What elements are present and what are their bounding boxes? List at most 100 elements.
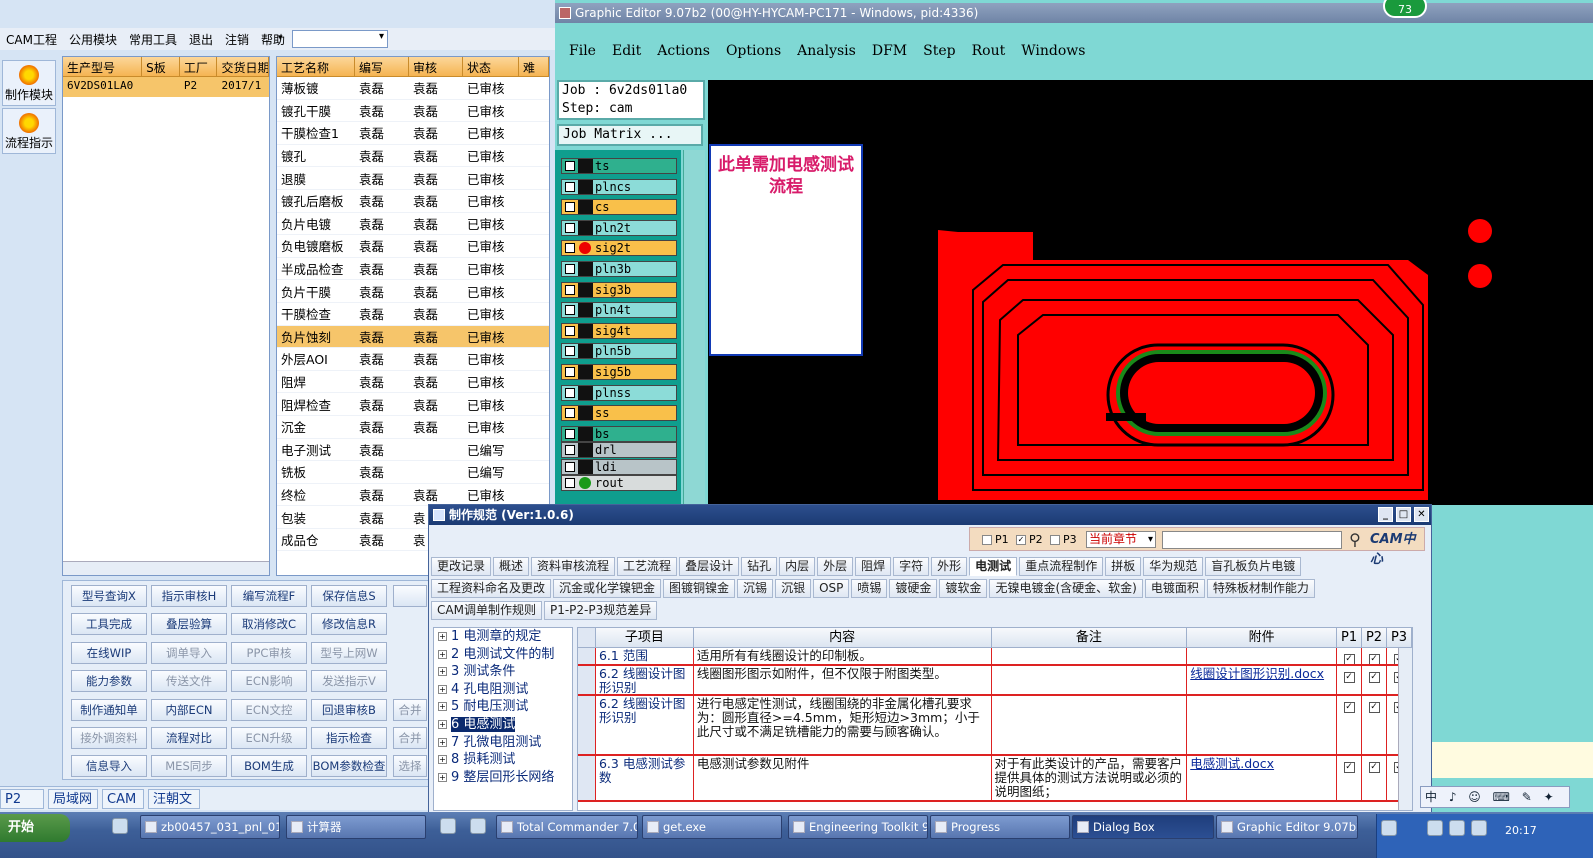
tab[interactable]: 沉银	[775, 579, 812, 598]
action-button[interactable]: 制作通知单	[71, 698, 147, 721]
side-btn-flow[interactable]: 流程指示	[2, 108, 56, 154]
col-header[interactable]: 审核	[409, 57, 463, 76]
layer-sig2t[interactable]: sig2t	[561, 240, 677, 257]
tree-node[interactable]: +8 损耗测试	[434, 751, 572, 769]
p1-checkbox[interactable]: ✓	[1343, 762, 1355, 773]
table-row[interactable]: 退膜 袁磊 袁磊 已审核	[277, 167, 549, 190]
status-factory[interactable]: P2	[0, 789, 44, 809]
tab[interactable]: 镀软金	[939, 579, 988, 598]
action-button[interactable]: 修改信息R	[311, 613, 387, 636]
menu-step[interactable]: Step	[923, 43, 955, 59]
menu-windows[interactable]: Windows	[1021, 43, 1085, 59]
p2-checkbox[interactable]: ✓	[1368, 762, 1380, 773]
expand-icon[interactable]: +	[438, 737, 447, 747]
table-row[interactable]: 负片干膜 袁磊 袁磊 已审核	[277, 280, 549, 303]
table-row[interactable]: 外层AOI 袁磊 袁磊 已审核	[277, 348, 549, 371]
chapter-select[interactable]: 当前章节	[1086, 531, 1156, 548]
col-header[interactable]: 工厂	[180, 57, 218, 76]
menu-actions[interactable]: Actions	[657, 43, 710, 59]
action-button[interactable]: 发送指示V	[311, 670, 387, 693]
cell-attachment[interactable]: 线圈设计图形识别.docx	[1187, 666, 1338, 694]
tab[interactable]: 外形	[931, 557, 968, 576]
table-row[interactable]: 镀孔后磨板 袁磊 袁磊 已审核	[277, 190, 549, 213]
search-input[interactable]	[1162, 531, 1342, 549]
clock[interactable]: 20:17	[1505, 824, 1537, 837]
menu-help[interactable]: 帮助	[255, 31, 291, 48]
expand-icon[interactable]: +	[438, 632, 447, 641]
layer-checkbox[interactable]	[565, 181, 575, 192]
table-row[interactable]: 6.2 线圈设计图形识别 进行电感定性测试，线圈围绕的非金属化槽孔要求为：圆形直径…	[578, 696, 1412, 756]
tab[interactable]: 字符	[893, 557, 930, 576]
layer-pln5b[interactable]: pln5b	[561, 343, 677, 360]
table-row[interactable]: 半成品检查 袁磊 袁磊 已审核	[277, 258, 549, 281]
tab[interactable]: 镀硬金	[889, 579, 938, 598]
tab[interactable]: 电测试	[969, 557, 1018, 576]
table-row[interactable]: 沉金 袁磊 袁磊 已审核	[277, 416, 549, 439]
tab[interactable]: P1-P2-P3规范差异	[543, 601, 658, 620]
expand-icon[interactable]: +	[438, 684, 447, 694]
close-icon[interactable]: ✕	[1414, 507, 1429, 522]
action-button[interactable]: 回退审核B	[311, 698, 387, 721]
layer-plncs[interactable]: plncs	[561, 178, 677, 195]
layer-checkbox[interactable]	[565, 222, 575, 233]
taskbar-item[interactable]: Dialog Box	[1072, 815, 1214, 839]
p2-checkbox[interactable]: ✓	[1368, 672, 1380, 683]
layer-checkbox[interactable]	[565, 284, 575, 295]
tab[interactable]: 资料审核流程	[531, 557, 616, 576]
p2-checkbox[interactable]: ✓	[1368, 702, 1380, 713]
action-button[interactable]	[393, 585, 427, 607]
tab[interactable]: 电镀面积	[1144, 579, 1205, 598]
action-button[interactable]: PPC审核	[231, 641, 307, 664]
volume-icon[interactable]	[1449, 820, 1465, 836]
start-button[interactable]: 开始	[0, 814, 70, 842]
cell-attachment[interactable]: 电感测试.docx	[1187, 756, 1338, 800]
tab[interactable]: 盲孔板负片电镀	[1205, 557, 1302, 576]
col-header[interactable]: 子项目	[596, 628, 694, 647]
ime-toolbar[interactable]: 中 ♪ ☺ ⌨ ✎ ✦	[1420, 786, 1570, 808]
layer-rout[interactable]: rout	[561, 475, 677, 491]
action-button[interactable]: 能力参数	[71, 670, 147, 693]
action-button[interactable]: 型号查询X	[71, 585, 147, 607]
layer-checkbox[interactable]	[565, 387, 575, 398]
layer-drl[interactable]: drl	[561, 442, 677, 459]
table-row[interactable]: 负片蚀刻 袁磊 袁磊 已审核	[277, 325, 549, 349]
col-header[interactable]: P3	[1387, 628, 1412, 647]
menu-dfm[interactable]: DFM	[872, 43, 907, 59]
tab[interactable]: 内层	[779, 557, 816, 576]
table-row[interactable]: 负片电镀 袁磊 袁磊 已审核	[277, 213, 549, 236]
side-btn-make[interactable]: 制作模块	[2, 60, 56, 106]
notification-badge[interactable]: 73	[1383, 0, 1427, 18]
tab[interactable]: 阻焊	[855, 557, 892, 576]
table-row[interactable]: 干膜检查 袁磊 袁磊 已审核	[277, 303, 549, 326]
word-icon[interactable]	[470, 818, 486, 834]
table-row[interactable]: 铣板 袁磊 已编写	[277, 461, 549, 484]
ie-icon[interactable]	[440, 818, 456, 834]
layer-sig3b[interactable]: sig3b	[561, 281, 677, 298]
taskbar-item[interactable]: Total Commander 7.0...	[496, 815, 638, 839]
tab[interactable]: CAM调单制作规则	[431, 601, 542, 620]
layer-ldi[interactable]: ldi	[561, 458, 677, 475]
layer-checkbox[interactable]	[565, 478, 575, 488]
action-button[interactable]: 合并	[393, 727, 427, 749]
action-button[interactable]: 型号上网W	[311, 641, 387, 664]
row-header[interactable]	[578, 666, 596, 694]
layer-checkbox[interactable]	[565, 408, 575, 419]
col-header[interactable]: 交货日期	[217, 57, 269, 76]
layer-checkbox[interactable]	[565, 264, 575, 274]
layer-ts[interactable]: ts	[561, 158, 677, 174]
tree-node[interactable]: +1 电测章的规定	[434, 628, 572, 646]
action-button[interactable]: 传送文件	[151, 670, 227, 693]
menu-tools[interactable]: 常用工具	[123, 31, 183, 48]
p1-checkbox[interactable]: ✓	[1343, 702, 1355, 713]
taskbar-item[interactable]: 计算器	[286, 815, 426, 839]
layer-checkbox[interactable]	[565, 243, 575, 254]
action-button[interactable]: 编写流程F	[231, 585, 307, 607]
expand-icon[interactable]: +	[438, 772, 447, 782]
table-row[interactable]: 镀孔 袁磊 袁磊 已审核	[277, 145, 549, 168]
graphic-editor-titlebar[interactable]: Graphic Editor 9.07b2 (00@HY-HYCAM-PC171…	[555, 3, 1593, 23]
action-button[interactable]: 信息导入	[71, 755, 147, 778]
tree-node[interactable]: +7 孔微电阻测试	[434, 734, 572, 752]
tab[interactable]: 特殊板材制作能力	[1206, 579, 1315, 598]
layer-checkbox[interactable]	[565, 202, 575, 213]
col-header[interactable]: 附件	[1187, 628, 1338, 647]
